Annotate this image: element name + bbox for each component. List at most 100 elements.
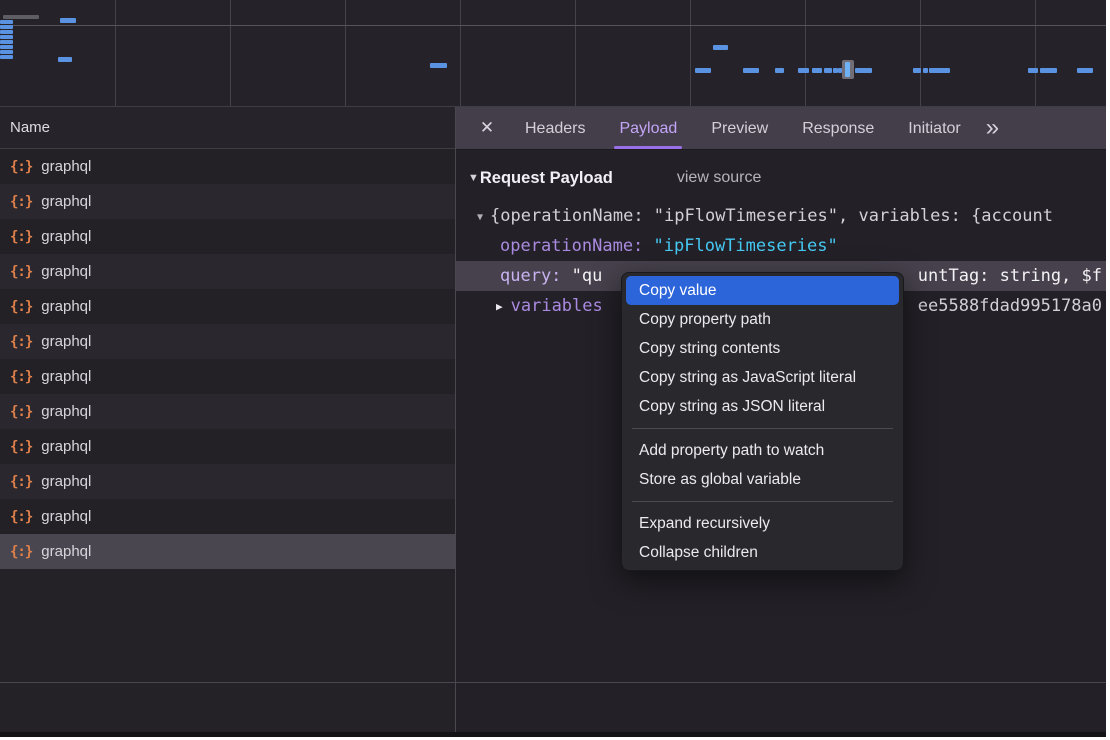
tab-headers[interactable]: Headers	[508, 107, 602, 149]
expand-triangle-icon[interactable]: ▶	[496, 292, 503, 321]
menu-item-expand-recursively[interactable]: Expand recursively	[626, 509, 899, 538]
json-file-icon: {:}	[10, 334, 32, 350]
network-panel-body: Name {:} graphql {:} graphql {:} graphql {:} gr…	[0, 107, 1106, 732]
property-key: variables	[511, 296, 603, 316]
network-overview-timeline[interactable]	[0, 0, 1106, 107]
request-name: graphql	[41, 543, 91, 560]
waterfall-bar[interactable]	[0, 50, 13, 54]
close-icon[interactable]: ✕	[466, 118, 508, 138]
request-row[interactable]: {:} graphql	[0, 289, 455, 324]
waterfall-bar[interactable]	[913, 68, 921, 73]
json-file-icon: {:}	[10, 369, 32, 385]
waterfall-bar[interactable]	[824, 68, 832, 73]
payload-preview-text: {operationName: "ipFlowTimeseries", vari…	[490, 206, 1053, 226]
menu-separator	[632, 428, 893, 429]
waterfall-bar[interactable]	[929, 68, 950, 73]
waterfall-bar[interactable]	[855, 68, 872, 73]
request-row[interactable]: {:} graphql	[0, 324, 455, 359]
waterfall-bar[interactable]	[0, 20, 13, 24]
menu-item-copy-string-as-json-literal[interactable]: Copy string as JSON literal	[626, 392, 899, 421]
waterfall-bar[interactable]	[775, 68, 784, 73]
property-value-left: "qu	[572, 266, 603, 286]
timeline-gridline	[690, 0, 691, 106]
timeline-scroll-indicator[interactable]	[3, 15, 39, 19]
waterfall-bar[interactable]	[1040, 68, 1057, 73]
waterfall-bar[interactable]	[0, 45, 13, 49]
request-row[interactable]: {:}graphql	[0, 359, 455, 394]
property-value-right: ee5588fdad995178a0	[918, 291, 1102, 321]
property-value: "ipFlowTimeseries"	[654, 236, 838, 256]
waterfall-bar[interactable]	[1077, 68, 1093, 73]
json-file-icon: {:}	[10, 509, 32, 525]
payload-preview-row[interactable]: ▼ {operationName: "ipFlowTimeseries", var…	[456, 201, 1106, 231]
waterfall-bar[interactable]	[695, 68, 711, 73]
menu-item-copy-value[interactable]: Copy value	[626, 276, 899, 305]
json-file-icon: {:}	[10, 264, 32, 280]
waterfall-bar[interactable]	[743, 68, 759, 73]
request-row[interactable]: {:}graphql	[0, 534, 455, 569]
waterfall-bar[interactable]	[0, 40, 13, 44]
menu-item-collapse-children[interactable]: Collapse children	[626, 538, 899, 567]
request-name: graphql	[41, 473, 91, 490]
waterfall-bar[interactable]	[923, 68, 928, 73]
property-value-right: untTag: string, $f	[918, 261, 1102, 291]
request-name: graphql	[41, 193, 91, 210]
view-source-link[interactable]: view source	[677, 169, 761, 187]
json-file-icon: {:}	[10, 159, 32, 175]
tab-payload[interactable]: Payload	[602, 107, 694, 149]
payload-row-operationname[interactable]: operationName: "ipFlowTimeseries"	[456, 231, 1106, 261]
summary-bar-divider	[0, 682, 1106, 683]
detail-tabs: HeadersPayloadPreviewResponseInitiator	[508, 107, 978, 149]
timeline-gridline	[805, 0, 806, 106]
json-file-icon: {:}	[10, 439, 32, 455]
menu-item-store-as-global-variable[interactable]: Store as global variable	[626, 465, 899, 494]
tab-response[interactable]: Response	[785, 107, 891, 149]
expand-triangle-icon[interactable]: ▼	[477, 203, 483, 231]
menu-item-copy-property-path[interactable]: Copy property path	[626, 305, 899, 334]
request-row[interactable]: {:}graphql	[0, 184, 455, 219]
request-row[interactable]: {:}graphql	[0, 464, 455, 499]
timeline-gridline	[230, 0, 231, 106]
waterfall-bar[interactable]	[0, 35, 13, 39]
waterfall-bar[interactable]	[0, 30, 13, 34]
request-row[interactable]: {:} graphql	[0, 394, 455, 429]
request-payload-section-header[interactable]: ▼ Request Payload view source	[456, 164, 1106, 192]
request-name: graphql	[41, 298, 91, 315]
json-file-icon: {:}	[10, 299, 32, 315]
more-tabs-icon[interactable]: »	[986, 108, 999, 148]
request-name: graphql	[41, 403, 91, 420]
request-row[interactable]: {:}graphql	[0, 429, 455, 464]
waterfall-bar[interactable]	[713, 45, 728, 50]
timeline-gridline	[345, 0, 346, 106]
waterfall-bar[interactable]	[0, 55, 13, 59]
waterfall-bar[interactable]	[58, 57, 72, 62]
request-row[interactable]: {:}graphql	[0, 219, 455, 254]
json-file-icon: {:}	[10, 229, 32, 245]
request-row[interactable]: {:}graphql	[0, 149, 455, 184]
timeline-gridline	[460, 0, 461, 106]
timeline-gridline	[920, 0, 921, 106]
waterfall-bar[interactable]	[798, 68, 809, 73]
waterfall-bar[interactable]	[1028, 68, 1038, 73]
context-menu: Copy valueCopy property pathCopy string …	[621, 272, 904, 571]
request-row[interactable]: {:} graphql	[0, 499, 455, 534]
request-name: graphql	[41, 508, 91, 525]
menu-item-copy-string-as-javascript-literal[interactable]: Copy string as JavaScript literal	[626, 363, 899, 392]
request-row[interactable]: {:}graphql	[0, 254, 455, 289]
waterfall-bar[interactable]	[812, 68, 822, 73]
devtools-window: Name {:} graphql {:} graphql {:} graphql {:} gr…	[0, 0, 1106, 737]
waterfall-bar[interactable]	[60, 18, 76, 23]
name-column-header[interactable]: Name	[0, 107, 455, 149]
property-key: operationName:	[500, 236, 654, 256]
tab-initiator[interactable]: Initiator	[891, 107, 977, 149]
collapse-triangle-icon[interactable]: ▼	[468, 172, 479, 184]
name-column-label: Name	[10, 119, 50, 136]
request-name: graphql	[41, 333, 91, 350]
waterfall-bar[interactable]	[430, 63, 447, 68]
menu-item-add-property-path-to-watch[interactable]: Add property path to watch	[626, 436, 899, 465]
timeline-gridline	[1035, 0, 1036, 106]
menu-item-copy-string-contents[interactable]: Copy string contents	[626, 334, 899, 363]
json-file-icon: {:}	[10, 404, 32, 420]
tab-preview[interactable]: Preview	[694, 107, 785, 149]
waterfall-bar[interactable]	[0, 25, 13, 29]
